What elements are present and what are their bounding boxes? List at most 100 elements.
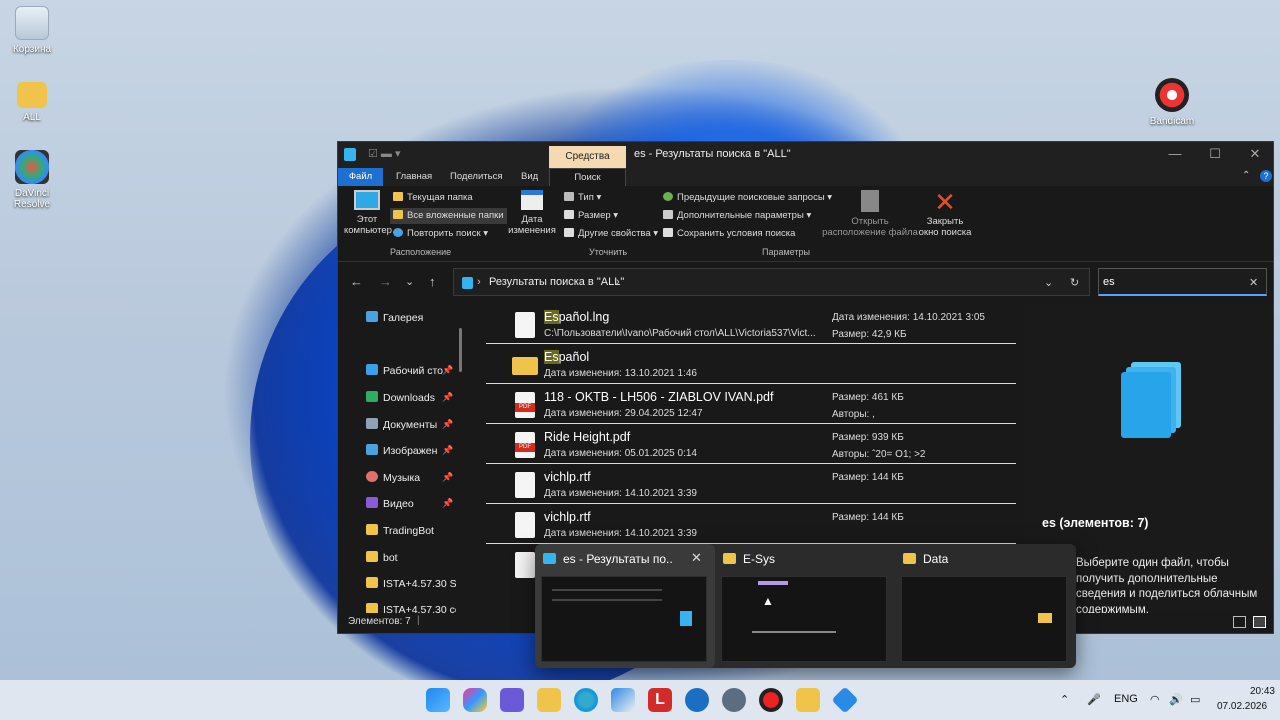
forward-arrow-icon[interactable]: → bbox=[379, 274, 392, 289]
lingualeo-icon[interactable]: L bbox=[648, 688, 672, 712]
refresh-icon[interactable]: ↻ bbox=[1070, 276, 1079, 289]
details-view-icon[interactable] bbox=[1233, 616, 1246, 628]
type-button[interactable]: Тип ▾ bbox=[564, 190, 601, 206]
clock-date[interactable]: 07.02.2026 bbox=[1217, 701, 1267, 712]
teams-icon[interactable] bbox=[500, 688, 524, 712]
recycle-bin-icon bbox=[15, 6, 49, 40]
nav-item-downloads[interactable]: Downloads bbox=[366, 389, 435, 407]
list-item[interactable]: vichlp.rtf Дата изменения: 14.10.2021 3:… bbox=[486, 504, 1016, 544]
desktop-icon-all-folder[interactable]: ALL bbox=[0, 78, 64, 123]
store-icon[interactable] bbox=[611, 688, 635, 712]
search-input[interactable]: es bbox=[1103, 276, 1115, 288]
list-item[interactable]: 118 - OKTB - LH506 - ZIABLOV IVAN.pdf Да… bbox=[486, 384, 1016, 424]
edge-icon[interactable] bbox=[574, 688, 598, 712]
window-title: es - Результаты поиска в "ALL" bbox=[634, 148, 791, 160]
all-subfolders-button[interactable]: Все вложенные папки bbox=[390, 208, 507, 224]
nav-item-ista-sta[interactable]: ISTA+4.57.30 Sta bbox=[366, 575, 456, 593]
close-thumbnail-icon[interactable]: ✕ bbox=[691, 550, 702, 566]
mouse-cursor-icon: ▲ bbox=[762, 594, 774, 608]
file-explorer-icon[interactable] bbox=[537, 688, 561, 712]
clear-search-icon[interactable]: ✕ bbox=[1249, 276, 1258, 289]
date-modified-button[interactable]: Дата изменения bbox=[504, 190, 560, 236]
nav-item-documents[interactable]: Документы bbox=[366, 416, 437, 434]
nav-item-music[interactable]: Музыка bbox=[366, 469, 420, 487]
search-results-large-icon bbox=[1121, 362, 1181, 438]
thumbnail-data[interactable]: Data bbox=[895, 544, 1075, 668]
nav-item-bot[interactable]: bot bbox=[366, 549, 398, 567]
nav-item-desktop[interactable]: Рабочий сто bbox=[366, 362, 443, 380]
address-bar-row: ← → ⌄ ↑ › Результаты поиска в "ALL" › ⌄ … bbox=[338, 262, 1273, 302]
current-folder-button[interactable]: Текущая папка bbox=[393, 190, 473, 206]
pin-icon: 📌 bbox=[442, 365, 454, 375]
wifi-icon[interactable]: ◠ bbox=[1150, 693, 1160, 706]
scrollbar[interactable] bbox=[459, 328, 462, 372]
tab-search[interactable]: Поиск bbox=[549, 168, 626, 186]
desktop-icon-davinci[interactable]: DaVinci Resolve bbox=[0, 150, 64, 210]
list-item[interactable]: Ride Height.pdf Дата изменения: 05.01.20… bbox=[486, 424, 1016, 464]
microphone-icon[interactable]: 🎤 bbox=[1087, 693, 1101, 706]
recent-locations-chevron-icon[interactable]: ⌄ bbox=[405, 275, 414, 288]
nav-item-label: TradingBot bbox=[383, 525, 434, 537]
desktop-icon bbox=[366, 364, 378, 375]
thumbnail-label: Data bbox=[923, 552, 949, 566]
tab-file[interactable]: Файл bbox=[338, 168, 383, 186]
vscode-icon[interactable] bbox=[831, 686, 859, 714]
davinci-resolve-icon bbox=[15, 150, 49, 184]
nav-item-tradingbot[interactable]: TradingBot bbox=[366, 522, 434, 540]
settings-gear-icon[interactable] bbox=[722, 688, 746, 712]
help-icon[interactable]: ? bbox=[1260, 170, 1272, 182]
desktop-icon-recycle-bin[interactable]: Корзина bbox=[0, 6, 64, 55]
thumbnail-search-results[interactable]: es - Результаты по... ✕ bbox=[535, 544, 715, 668]
folder-icon bbox=[393, 210, 403, 219]
list-item[interactable]: Español Дата изменения: 13.10.2021 1:46 bbox=[486, 344, 1016, 384]
repeat-search-button[interactable]: Повторить поиск ▾ bbox=[393, 226, 488, 242]
minimize-button[interactable]: — bbox=[1160, 146, 1190, 164]
search-box[interactable]: es ✕ bbox=[1098, 268, 1267, 296]
thumbnail-preview bbox=[541, 576, 707, 662]
collapse-ribbon-icon[interactable]: ⌃ bbox=[1242, 170, 1250, 181]
nav-item-pictures[interactable]: Изображен bbox=[366, 442, 437, 460]
pin-icon: 📌 bbox=[442, 498, 454, 508]
quick-access-toolbar-icon[interactable]: ☑ ▬ ▾ bbox=[368, 147, 401, 160]
battery-icon[interactable]: ▭ bbox=[1190, 693, 1200, 706]
list-item[interactable]: vichlp.rtf Дата изменения: 14.10.2021 3:… bbox=[486, 464, 1016, 504]
nav-item-videos[interactable]: Видео bbox=[366, 495, 414, 513]
bandicam-record-icon[interactable] bbox=[759, 688, 783, 712]
tab-share[interactable]: Поделиться bbox=[450, 168, 502, 186]
clock-time[interactable]: 20:43 bbox=[1230, 686, 1275, 697]
large-icons-view-icon[interactable] bbox=[1253, 616, 1266, 628]
copilot-icon[interactable] bbox=[463, 688, 487, 712]
recent-searches-button[interactable]: Предыдущие поисковые запросы ▾ bbox=[663, 190, 832, 206]
desktop-icon-bandicam[interactable]: Bandicam bbox=[1140, 78, 1204, 127]
tab-home[interactable]: Главная bbox=[396, 168, 432, 186]
address-bar[interactable]: › Результаты поиска в "ALL" › ⌄ ↻ bbox=[453, 268, 1090, 296]
this-pc-button[interactable]: Этот компьютер bbox=[344, 190, 392, 236]
up-arrow-icon[interactable]: ↑ bbox=[429, 274, 436, 289]
maximize-button[interactable]: ☐ bbox=[1200, 146, 1230, 164]
file-icon bbox=[515, 512, 535, 538]
advanced-options-button[interactable]: Дополнительные параметры ▾ bbox=[663, 208, 811, 224]
open-file-location-button[interactable]: Открыть расположение файла bbox=[822, 190, 918, 238]
close-button[interactable]: ✕ bbox=[1240, 146, 1270, 164]
list-item[interactable]: Español.lng C:\Пользователи\Ivano\Рабочи… bbox=[486, 304, 1016, 344]
nav-item-gallery[interactable]: Галерея bbox=[366, 309, 423, 327]
volume-icon[interactable]: 🔊 bbox=[1169, 693, 1183, 706]
language-indicator[interactable]: ENG bbox=[1114, 693, 1138, 705]
tab-view[interactable]: Вид bbox=[521, 168, 538, 186]
size-button[interactable]: Размер ▾ bbox=[564, 208, 618, 224]
file-name-rest: pañol.lng bbox=[558, 310, 610, 324]
thumbnail-e-sys[interactable]: E-Sys bbox=[715, 544, 895, 668]
chat-icon[interactable] bbox=[685, 688, 709, 712]
thumbnail-label: E-Sys bbox=[743, 552, 776, 566]
music-icon bbox=[366, 471, 378, 482]
folder-icon[interactable] bbox=[796, 688, 820, 712]
close-search-button[interactable]: ✕ Закрыть окно поиска bbox=[916, 189, 974, 238]
save-search-button[interactable]: Сохранить условия поиска bbox=[663, 226, 795, 242]
start-icon[interactable] bbox=[426, 688, 450, 712]
tray-overflow-chevron-icon[interactable]: ⌃ bbox=[1060, 693, 1069, 706]
other-properties-button[interactable]: Другие свойства ▾ bbox=[564, 226, 658, 242]
breadcrumb[interactable]: Результаты поиска в "ALL" bbox=[489, 276, 624, 288]
file-date: Дата изменения: 29.04.2025 12:47 bbox=[544, 408, 703, 419]
back-arrow-icon[interactable]: ← bbox=[350, 274, 363, 289]
address-dropdown-icon[interactable]: ⌄ bbox=[1044, 276, 1053, 289]
